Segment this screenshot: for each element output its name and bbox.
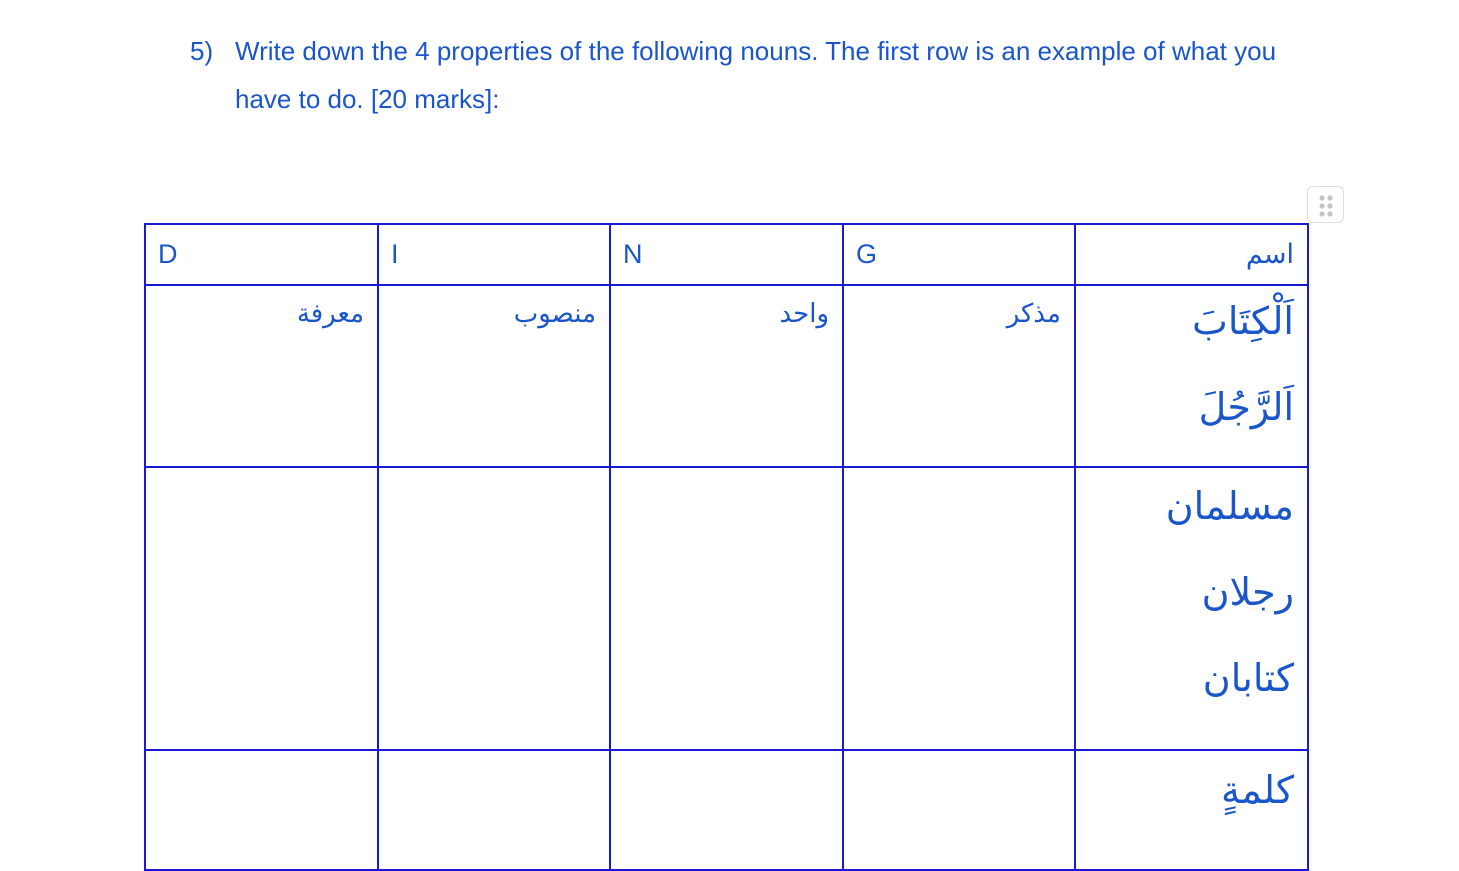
cell-noun[interactable]: اَلْكِتَابَ اَلرَّجُلَ [1074, 284, 1309, 468]
header-cell-noun[interactable]: اسم [1074, 223, 1309, 286]
question-number: 5) [190, 36, 214, 66]
cell-definiteness[interactable]: معرفة [144, 284, 379, 468]
header-cell-case[interactable]: I [377, 223, 611, 286]
question-text: Write down the 4 properties of the follo… [235, 36, 1277, 114]
noun-text: رجلان [1201, 572, 1294, 614]
header-cell-number[interactable]: N [609, 223, 844, 286]
cell-case[interactable]: منصوب [377, 284, 611, 468]
cell-noun[interactable]: مسلمان رجلان كتابان [1074, 466, 1309, 751]
cell-case[interactable] [377, 749, 611, 871]
question: 5) Write down the 4 properties of the fo… [190, 27, 1300, 123]
cell-gender[interactable] [842, 749, 1076, 871]
noun-text: اَلْكِتَابَ [1192, 301, 1294, 343]
noun-text: مسلمان [1165, 486, 1294, 528]
noun-text: كلمةٍ [1220, 770, 1294, 812]
cell-number[interactable]: واحد [609, 284, 844, 468]
cell-gender[interactable]: مذكر [842, 284, 1076, 468]
cell-gender[interactable] [842, 466, 1076, 751]
table-row: معرفة منصوب واحد مذكر اَلْكِتَابَ اَلرَّ… [144, 284, 1309, 468]
cell-definiteness[interactable] [144, 466, 379, 751]
table-row: مسلمان رجلان كتابان [144, 466, 1309, 751]
header-cell-gender[interactable]: G [842, 223, 1076, 286]
cell-noun[interactable]: كلمةٍ [1074, 749, 1309, 871]
table-row: كلمةٍ [144, 749, 1309, 871]
noun-text: كتابان [1202, 658, 1294, 700]
cell-case[interactable] [377, 466, 611, 751]
cell-number[interactable] [609, 749, 844, 871]
cell-definiteness[interactable] [144, 749, 379, 871]
table-header-row: D I N G اسم [144, 223, 1309, 286]
noun-text: اَلرَّجُلَ [1198, 387, 1294, 429]
table-drag-handle[interactable] [1307, 186, 1344, 223]
header-cell-definiteness[interactable]: D [144, 223, 379, 286]
cell-number[interactable] [609, 466, 844, 751]
drag-handle-dots-icon [1319, 195, 1333, 217]
noun-properties-table: D I N G اسم معرفة منصوب واحد مذكر اَلْكِ… [144, 223, 1309, 871]
